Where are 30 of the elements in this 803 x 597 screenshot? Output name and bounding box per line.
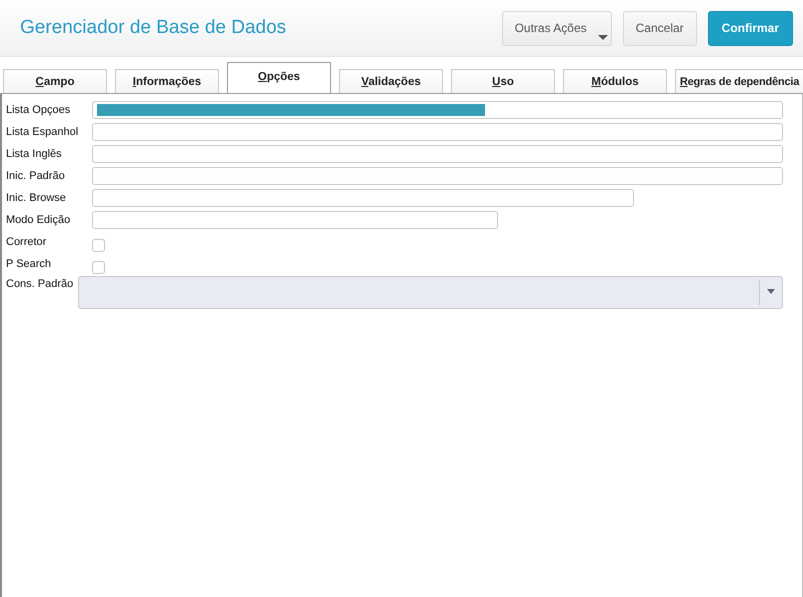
action-button[interactable]: Cancelar (622, 10, 697, 46)
tab[interactable]: Informações (115, 69, 219, 93)
tab[interactable]: Módulos (563, 69, 667, 93)
input-field[interactable] (92, 101, 783, 119)
field-label: P Search (6, 258, 52, 270)
input-field[interactable] (92, 189, 634, 207)
input-field[interactable] (92, 123, 783, 141)
input-field[interactable] (92, 211, 498, 229)
checkbox[interactable] (92, 238, 105, 252)
field-label: Lista Opçoes (6, 104, 72, 116)
checkbox[interactable] (92, 260, 105, 274)
caret-icon (598, 34, 608, 40)
field-label: Modo Edição (6, 214, 72, 226)
tab[interactable]: Opções (227, 62, 331, 93)
tab[interactable]: Regras de dependência (675, 69, 803, 93)
field-label: Inic. Padrão (6, 170, 66, 182)
field-label: Cons. Padrão (6, 277, 74, 290)
field-label: Inic. Browse (6, 192, 67, 204)
menu-button[interactable]: Outras Ações (502, 10, 612, 46)
dropdown-field[interactable] (78, 276, 783, 309)
window-title: Gerenciador de Base de Dados (20, 17, 286, 39)
dropdown-arrow-icon (767, 289, 775, 294)
field-label: Lista Espanhol (6, 126, 80, 138)
tab[interactable]: Uso (451, 69, 555, 93)
tab[interactable]: Validações (339, 69, 443, 93)
field-label: Corretor (6, 236, 48, 248)
input-field[interactable] (92, 167, 783, 185)
input-field[interactable] (92, 145, 783, 163)
tab[interactable]: Campo (3, 69, 107, 93)
field-label: Lista Inglês (6, 148, 63, 160)
